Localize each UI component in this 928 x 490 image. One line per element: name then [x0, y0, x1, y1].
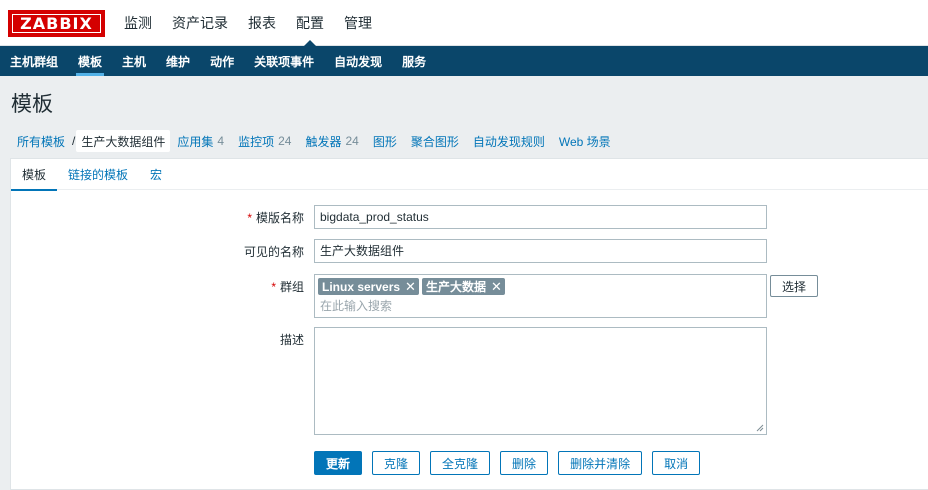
main-nav-monitoring[interactable]: 监测 [114, 0, 162, 46]
tab-items-label: 监控项 [238, 134, 275, 149]
template-form-panel: 模板 链接的模板 宏 * 模版名称 bigdata_prod_status 可见的… [10, 158, 928, 490]
groups-search-input[interactable]: 在此输入搜索 [320, 297, 392, 314]
cancel-button[interactable]: 取消 [652, 451, 701, 475]
description-label: 描述 [279, 333, 304, 347]
groups-multiselect[interactable]: Linux servers ✕ 生产大数据 ✕ 在此输入搜索 [314, 274, 767, 318]
template-name-label: * 模版名称 [247, 209, 304, 226]
required-marker: * [271, 280, 276, 294]
zabbix-logo[interactable]: ZABBIX [8, 10, 105, 37]
logo-frame: ZABBIX [12, 14, 101, 33]
main-nav: 监测 资产记录 报表 配置 管理 [114, 0, 382, 47]
tab-graphs[interactable]: 图形 [366, 130, 404, 152]
tab-template[interactable]: 模板 [11, 159, 58, 191]
delete-and-clear-button[interactable]: 删除并清除 [558, 451, 643, 475]
group-chip: Linux servers ✕ [318, 278, 419, 295]
tab-applications-count: 4 [217, 134, 225, 148]
resize-grip-icon[interactable] [756, 424, 764, 432]
breadcrumb-current-template[interactable]: 生产大数据组件 [76, 130, 171, 152]
subnav-host-groups[interactable]: 主机群组 [0, 46, 68, 76]
remove-group-icon[interactable]: ✕ [491, 279, 502, 295]
tab-triggers[interactable]: 触发器 24 [298, 130, 365, 152]
tab-macros[interactable]: 宏 [139, 159, 173, 190]
group-chip: 生产大数据 ✕ [421, 278, 505, 295]
tab-triggers-count: 24 [345, 134, 359, 148]
subnav-templates[interactable]: 模板 [68, 46, 112, 76]
update-button[interactable]: 更新 [314, 451, 363, 475]
groups-label: * 群组 [271, 278, 304, 295]
main-nav-configuration[interactable]: 配置 [286, 0, 334, 47]
remove-group-icon[interactable]: ✕ [405, 279, 416, 295]
subnav-maintenance[interactable]: 维护 [156, 46, 200, 76]
delete-button[interactable]: 删除 [500, 451, 549, 475]
form-actions: 更新 克隆 全克隆 删除 删除并清除 取消 [314, 451, 710, 475]
tab-linked-templates[interactable]: 链接的模板 [57, 159, 139, 190]
form-tabs: 模板 链接的模板 宏 [11, 159, 928, 191]
template-name-input[interactable]: bigdata_prod_status [314, 205, 767, 229]
top-bar: ZABBIX 监测 资产记录 报表 配置 管理 [0, 0, 928, 47]
template-name-label-text: 模版名称 [255, 211, 304, 225]
logo-text: ZABBIX [20, 14, 93, 33]
tab-web-scenarios[interactable]: Web 场景 [552, 130, 618, 152]
full-clone-button[interactable]: 全克隆 [430, 451, 491, 475]
required-marker: * [247, 211, 252, 225]
breadcrumb-all-templates[interactable]: 所有模板 [10, 130, 72, 152]
group-chip-label: Linux servers [322, 279, 401, 294]
description-textarea[interactable] [314, 327, 767, 435]
visible-name-label: 可见的名称 [243, 245, 304, 259]
tab-items-count: 24 [278, 134, 292, 148]
tab-items[interactable]: 监控项 24 [231, 130, 298, 152]
tab-applications-label: 应用集 [177, 134, 214, 149]
tab-screens[interactable]: 聚合图形 [404, 130, 466, 152]
main-nav-administration[interactable]: 管理 [334, 0, 382, 46]
subnav-correlation[interactable]: 关联项事件 [244, 46, 324, 76]
tab-applications[interactable]: 应用集 4 [170, 130, 231, 152]
subnav-discovery[interactable]: 自动发现 [324, 46, 392, 76]
tab-triggers-label: 触发器 [305, 134, 342, 149]
sub-nav: 主机群组 模板 主机 维护 动作 关联项事件 自动发现 服务 [0, 46, 928, 76]
subnav-services[interactable]: 服务 [392, 46, 436, 76]
main-nav-inventory[interactable]: 资产记录 [162, 0, 238, 46]
subnav-hosts[interactable]: 主机 [112, 46, 156, 76]
clone-button[interactable]: 克隆 [372, 451, 421, 475]
subnav-actions[interactable]: 动作 [200, 46, 244, 76]
breadcrumb: 所有模板 / 生产大数据组件 应用集 4 监控项 24 触发器 24 图形 聚合… [10, 130, 618, 152]
group-chip-label: 生产大数据 [425, 280, 486, 294]
main-nav-reports[interactable]: 报表 [238, 0, 286, 46]
group-chips: Linux servers ✕ 生产大数据 ✕ [318, 278, 508, 295]
tab-discovery-rules[interactable]: 自动发现规则 [466, 130, 552, 152]
visible-name-input[interactable]: 生产大数据组件 [314, 239, 767, 263]
select-groups-button[interactable]: 选择 [770, 275, 818, 297]
groups-label-text: 群组 [279, 280, 304, 294]
page-title: 模板 [11, 93, 53, 116]
